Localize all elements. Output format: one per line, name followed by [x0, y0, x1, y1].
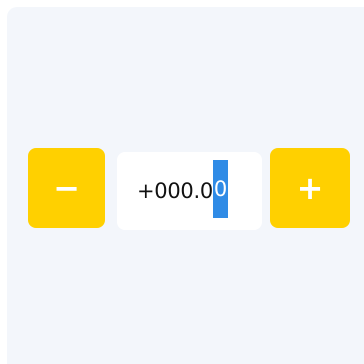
minus-icon: − [53, 169, 80, 207]
stepper-value[interactable]: +000.0 0 [137, 160, 228, 218]
value-text-selection: 0 [212, 160, 228, 218]
quantity-stepper: − +000.0 0 + [28, 148, 350, 230]
stepper-panel: − +000.0 0 + [7, 7, 364, 364]
plus-icon: + [296, 169, 324, 207]
decrement-button[interactable]: − [28, 148, 105, 228]
stepper-value-field[interactable]: +000.0 0 [117, 152, 262, 230]
value-text: +000.0 [137, 179, 213, 203]
increment-button[interactable]: + [270, 148, 350, 228]
